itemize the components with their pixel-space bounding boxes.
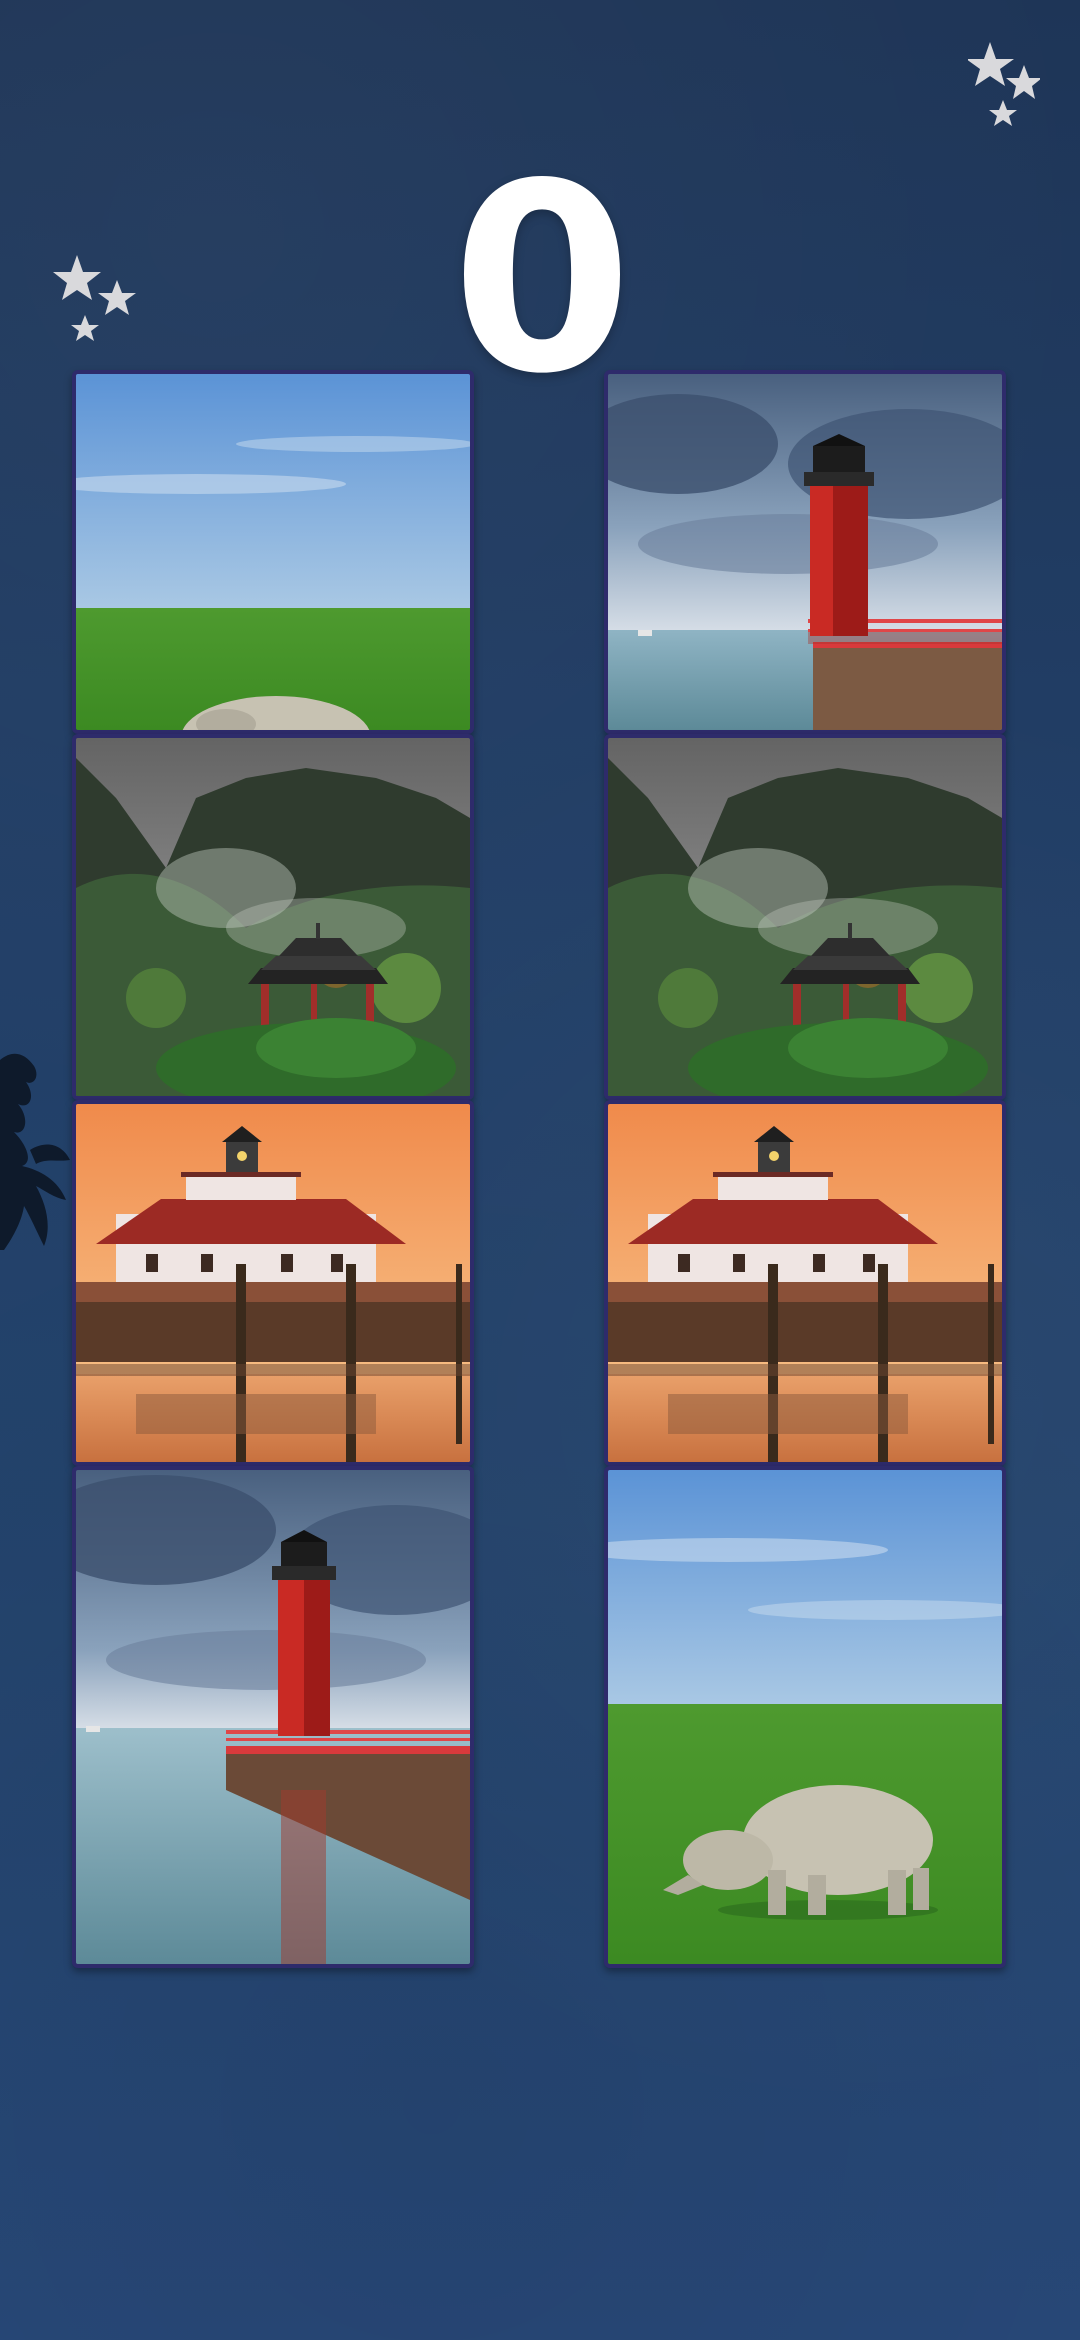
red-lighthouse-pier-picture bbox=[76, 1470, 470, 1964]
rhino-on-grass-picture bbox=[608, 1470, 1002, 1964]
lighthouse-house-sunset-picture bbox=[76, 1104, 470, 1462]
stars-icon bbox=[968, 42, 1040, 126]
memory-card[interactable] bbox=[604, 370, 1006, 734]
rhino-on-grass-picture bbox=[76, 374, 470, 730]
lighthouse-house-sunset-picture bbox=[608, 1104, 1002, 1462]
tree-branch-silhouette bbox=[0, 1053, 70, 1250]
pagoda-misty-mountains-picture bbox=[76, 738, 470, 1096]
pagoda-misty-mountains-picture bbox=[608, 738, 1002, 1096]
red-lighthouse-pier-picture bbox=[608, 374, 1002, 730]
memory-card[interactable] bbox=[72, 370, 474, 734]
memory-card[interactable] bbox=[604, 1466, 1006, 1968]
memory-card[interactable] bbox=[604, 1100, 1006, 1466]
memory-card[interactable] bbox=[72, 734, 474, 1100]
memory-card[interactable] bbox=[604, 734, 1006, 1100]
memory-card[interactable] bbox=[72, 1466, 474, 1968]
memory-card[interactable] bbox=[72, 1100, 474, 1466]
